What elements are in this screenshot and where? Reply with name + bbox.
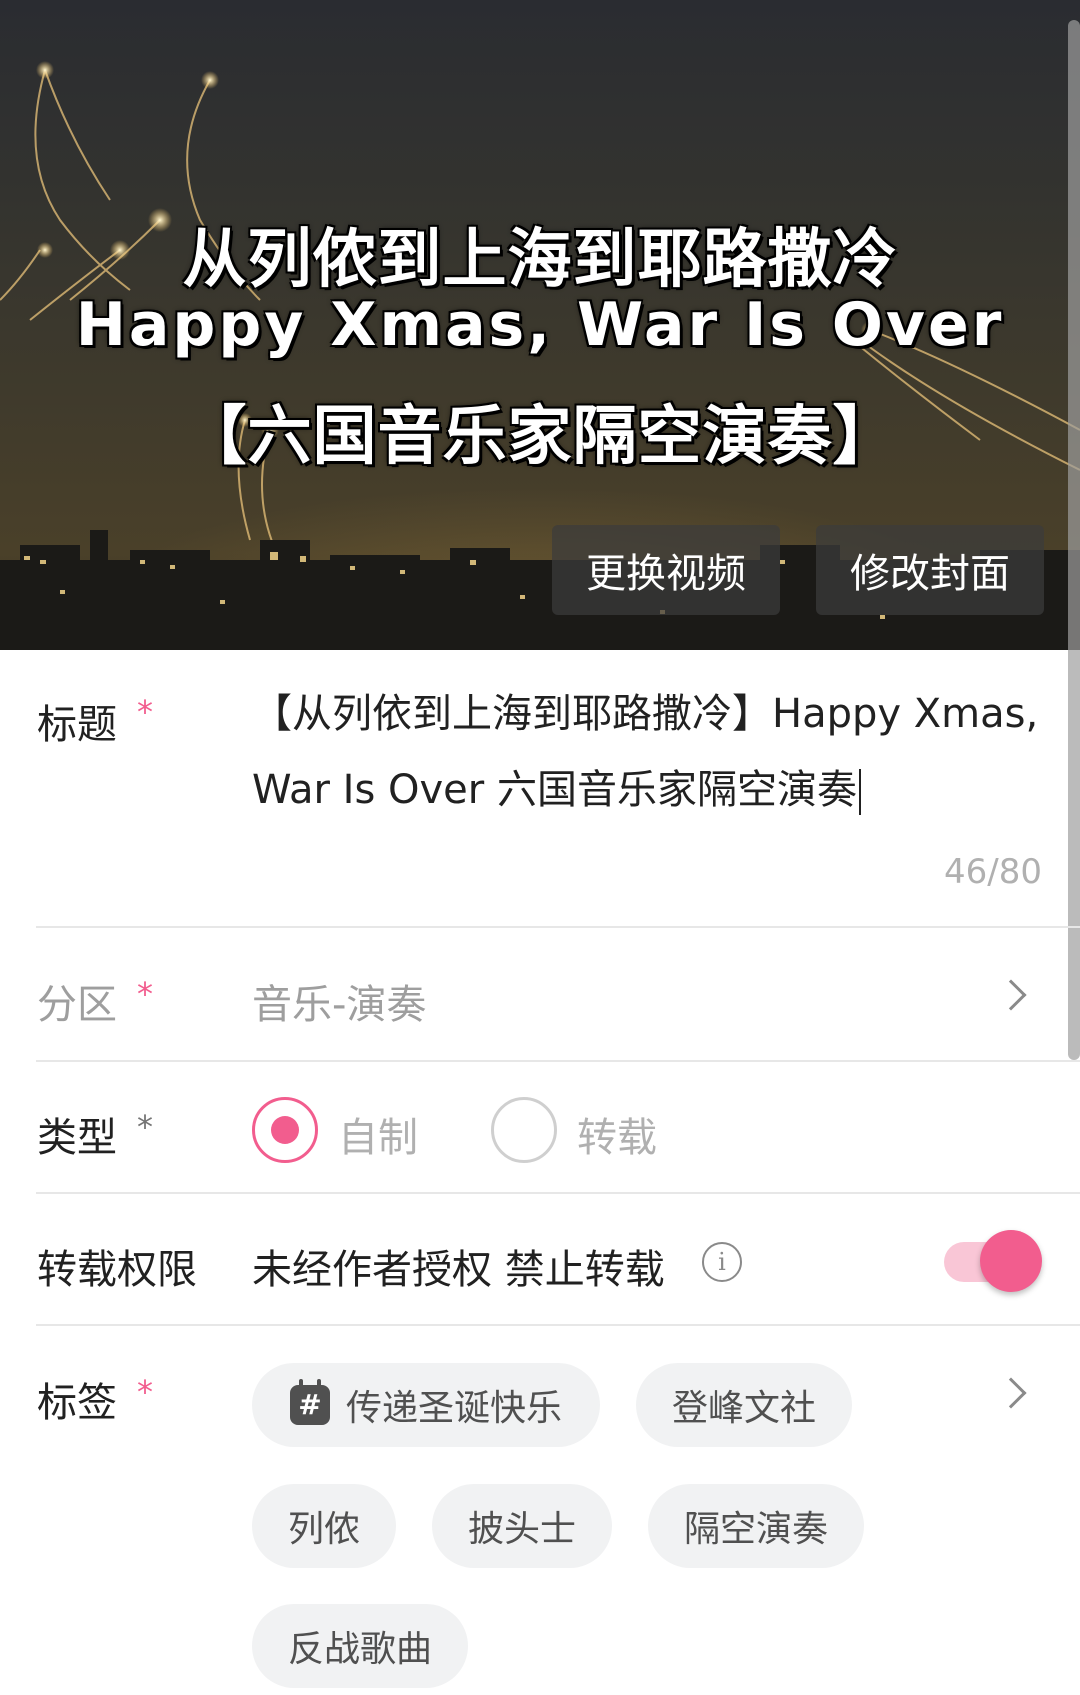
info-icon[interactable]: i (702, 1242, 742, 1282)
permission-label: 转载权限 (37, 1247, 197, 1293)
radio-repost[interactable] (491, 1097, 557, 1163)
tag-chip[interactable]: 登峰文社 (636, 1363, 852, 1447)
edit-cover-button[interactable]: 修改封面 (816, 525, 1044, 615)
title-char-count: 46/80 (944, 852, 1042, 892)
radio-original[interactable] (252, 1097, 318, 1163)
zone-row[interactable] (0, 928, 1080, 1060)
video-cover[interactable]: 从列侬到上海到耶路撒冷 Happy Xmas, War Is Over 【六国音… (0, 0, 1080, 650)
type-label: 类型 (37, 1115, 117, 1161)
divider (36, 1324, 1080, 1326)
tag-label: 传递圣诞快乐 (345, 1388, 562, 1429)
zone-label: 分区 (37, 982, 117, 1028)
title-input-value: 【从列依到上海到耶路撒冷】Happy Xmas, War Is Over 六国音… (252, 691, 1039, 813)
tags-label: 标签 (37, 1380, 117, 1426)
divider (36, 1192, 1080, 1194)
tag-chip[interactable]: 披头士 (432, 1484, 612, 1568)
tag-label: 列侬 (287, 1509, 360, 1550)
title-label: 标题 (37, 702, 117, 748)
divider (36, 1060, 1080, 1062)
cover-title-line-2: Happy Xmas, War Is Over (75, 290, 1005, 360)
permission-toggle-knob[interactable] (980, 1230, 1042, 1292)
title-required-mark: * (137, 693, 153, 731)
title-input[interactable]: 【从列依到上海到耶路撒冷】Happy Xmas, War Is Over 六国音… (252, 676, 1052, 828)
chevron-right-icon[interactable] (995, 1377, 1027, 1409)
zone-required-mark: * (137, 975, 153, 1013)
tag-label: 披头士 (467, 1509, 576, 1550)
cover-title-line-3: 【六国音乐家隔空演奏】 (182, 400, 898, 474)
topic-hash-icon: # (289, 1379, 330, 1425)
scrollbar[interactable] (1068, 20, 1080, 1060)
tag-label: 隔空演奏 (683, 1509, 828, 1550)
tag-chip[interactable]: # 传递圣诞快乐 (252, 1363, 600, 1447)
radio-original-label[interactable]: 自制 (338, 1105, 418, 1163)
cover-title-line-1: 从列侬到上海到耶路撒冷 (182, 223, 898, 297)
tag-chip[interactable]: 反战歌曲 (252, 1604, 468, 1688)
type-required-mark: * (137, 1108, 153, 1146)
radio-repost-label[interactable]: 转载 (577, 1105, 657, 1163)
text-cursor (858, 769, 861, 815)
tag-label: 反战歌曲 (287, 1629, 432, 1670)
tag-chip[interactable]: 隔空演奏 (648, 1484, 864, 1568)
permission-value: 未经作者授权 禁止转载 (252, 1247, 665, 1293)
zone-value: 音乐-演奏 (252, 982, 427, 1028)
tag-label: 登峰文社 (671, 1388, 816, 1429)
tag-chip[interactable]: 列侬 (252, 1484, 396, 1568)
change-video-button[interactable]: 更换视频 (552, 525, 780, 615)
tags-required-mark: * (137, 1373, 153, 1411)
